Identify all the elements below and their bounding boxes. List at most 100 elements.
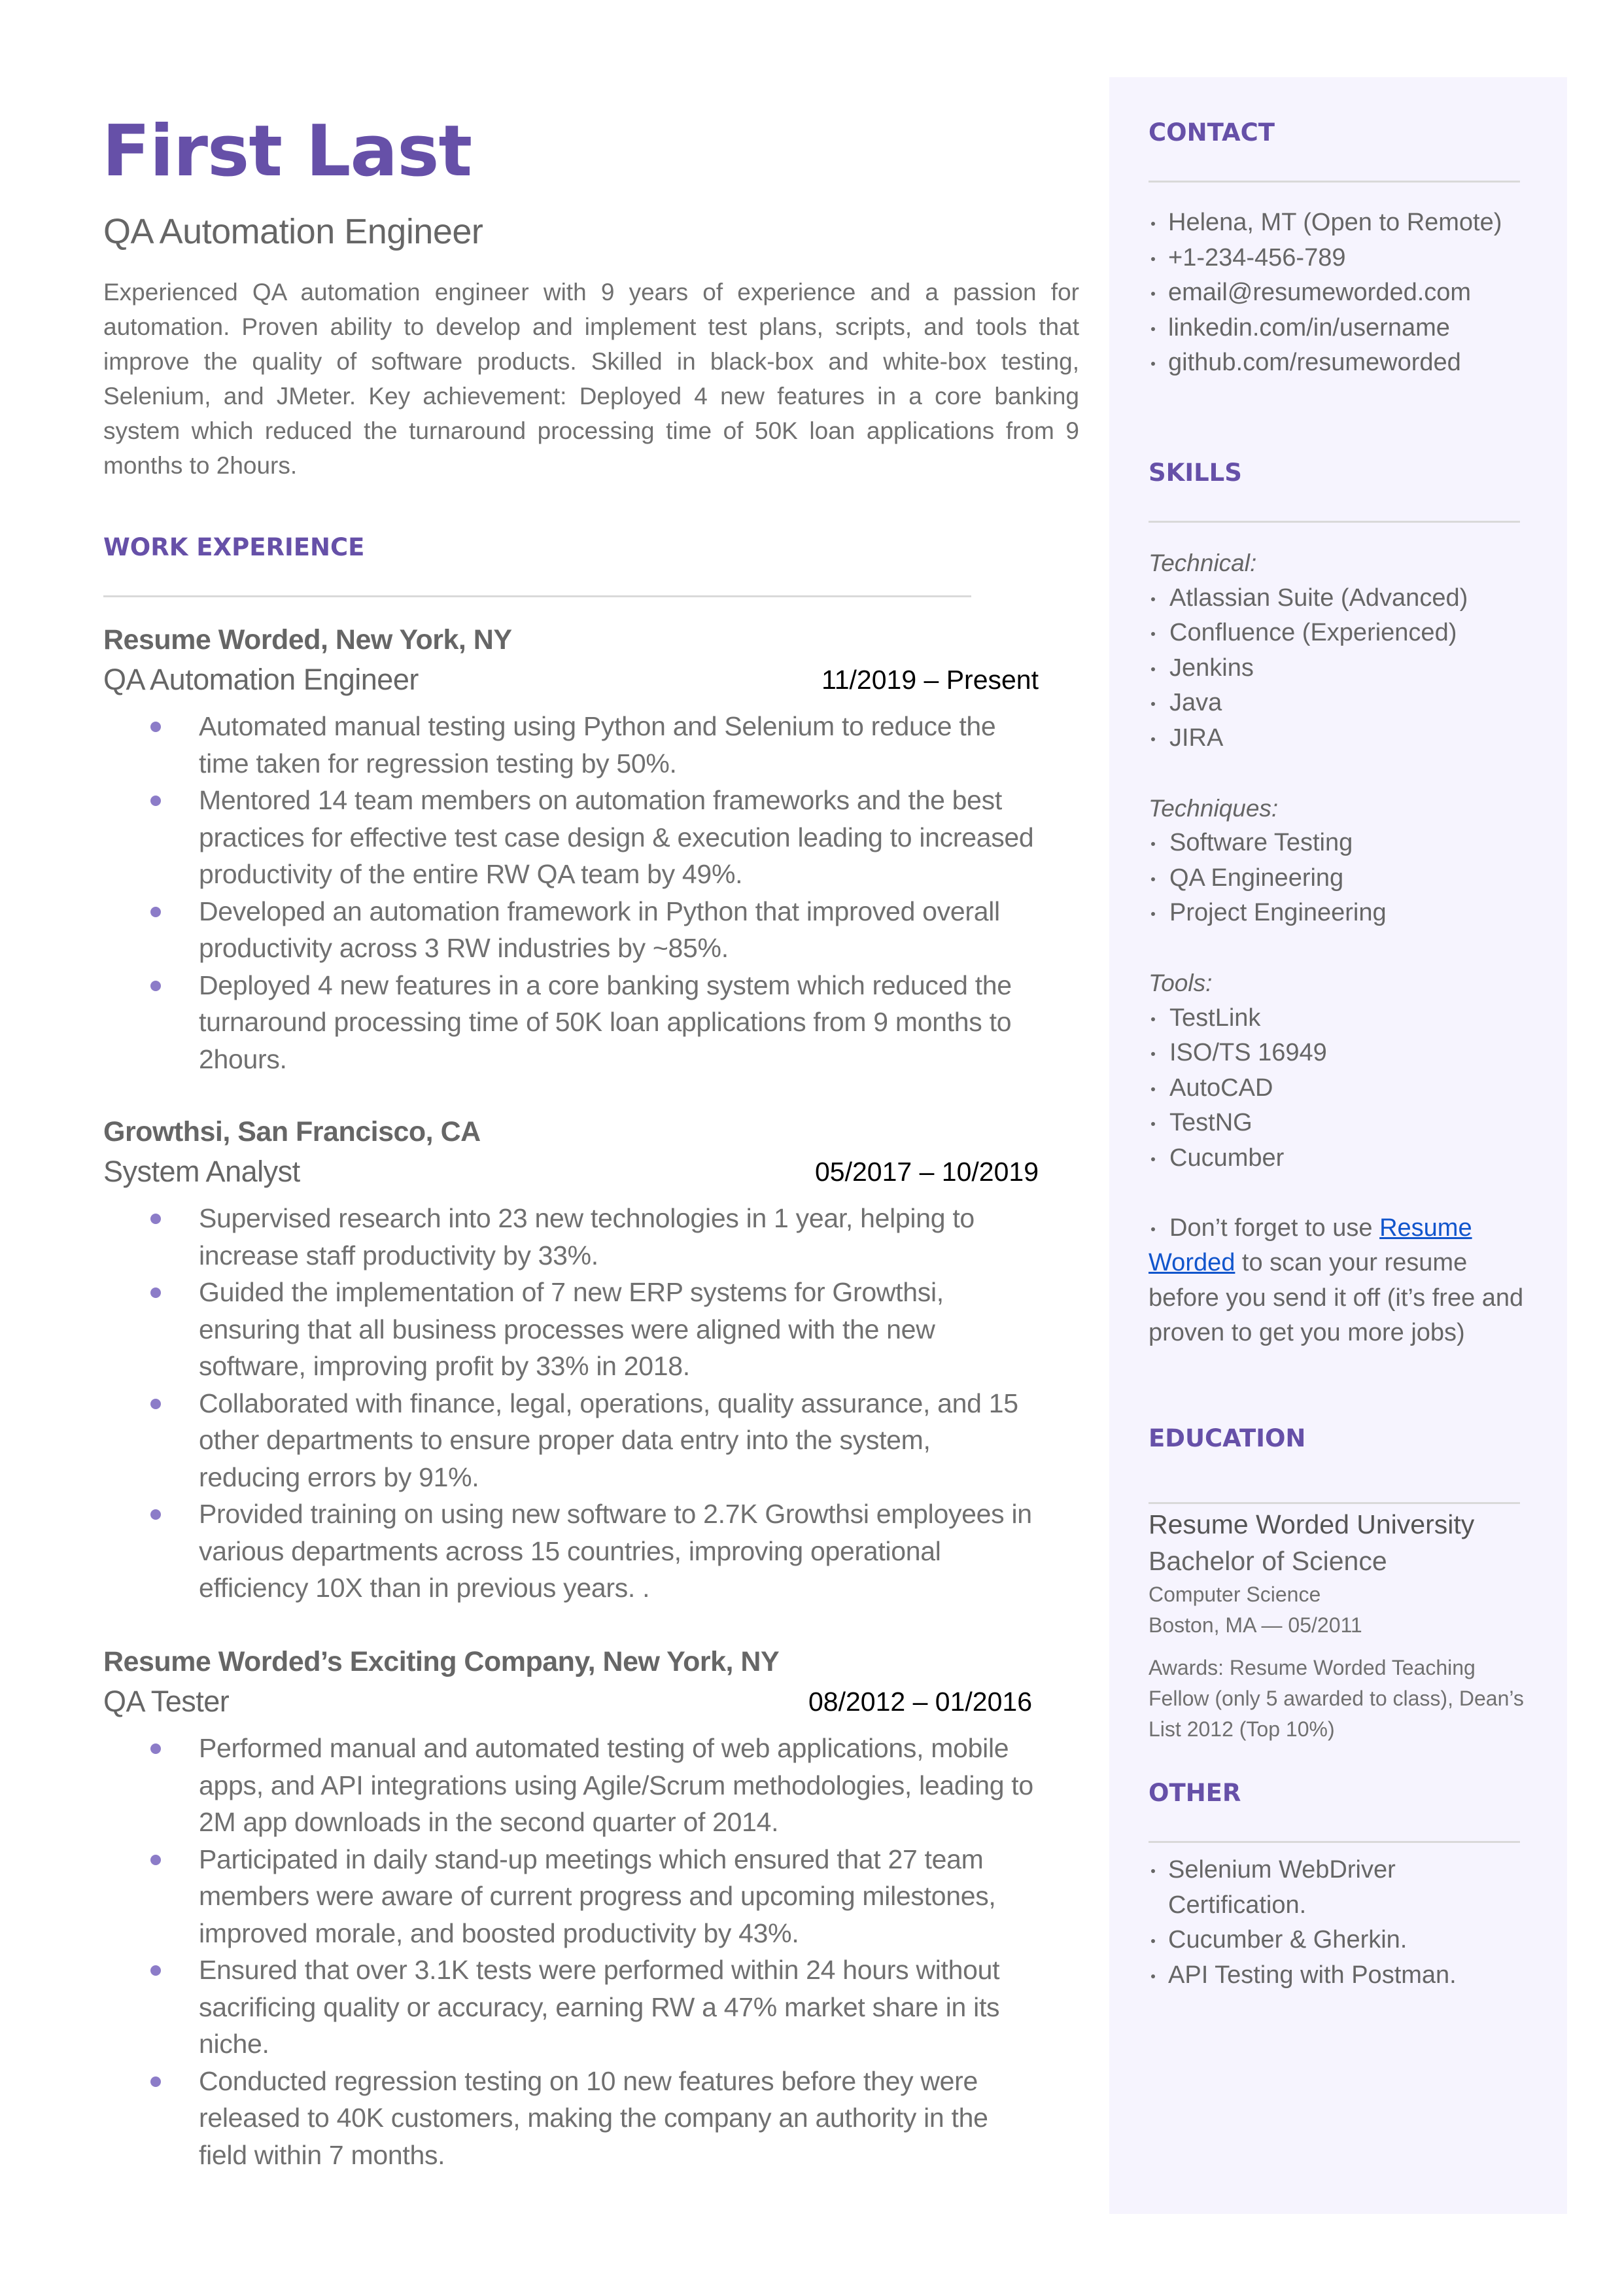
contact-location-text: Helena, MT (Open to Remote)	[1168, 209, 1502, 236]
job-dates: 08/2012 – 01/2016	[808, 1687, 1032, 1717]
bullet-dot-icon	[1151, 1087, 1155, 1091]
bullet-dot-icon	[1151, 1017, 1155, 1021]
job-bullet: Guided the implementation of 7 new ERP s…	[103, 1274, 1039, 1385]
skill-list-techniques: Software Testing QA Engineering Project …	[1149, 826, 1528, 931]
contact-github[interactable]: github.com/resumeworded	[1149, 345, 1528, 381]
bullet-text: Ensured that over 3.1K tests were perfor…	[199, 1955, 1000, 2059]
education-school: Resume Worded University	[1149, 1509, 1475, 1539]
contact-email[interactable]: email@resumeworded.com	[1149, 275, 1528, 311]
bullet-dot-icon	[1151, 702, 1155, 706]
skill-item: Project Engineering	[1149, 896, 1528, 931]
bullet-dot-icon	[150, 1214, 161, 1224]
bullet-text: Deployed 4 new features in a core bankin…	[199, 970, 1012, 1074]
bullet-dot-icon	[1151, 1869, 1155, 1873]
job-entry: Resume Worded, New York, NY QA Automatio…	[103, 620, 1039, 1077]
skills-block: Technical: Atlassian Suite (Advanced) Co…	[1149, 546, 1528, 1351]
other-heading: OTHER	[1149, 1779, 1241, 1807]
skill-text: Project Engineering	[1169, 899, 1387, 926]
skill-text: AutoCAD	[1169, 1074, 1273, 1102]
other-item: API Testing with Postman.	[1149, 1958, 1528, 1993]
contact-linkedin-text[interactable]: linkedin.com/in/username	[1168, 314, 1450, 342]
bullet-dot-icon	[1151, 1157, 1155, 1161]
contact-email-text[interactable]: email@resumeworded.com	[1168, 279, 1471, 306]
job-role-row: QA Automation Engineer 11/2019 – Present	[103, 659, 1039, 700]
skill-item: JIRA	[1149, 721, 1528, 756]
job-company: Resume Worded, New York, NY	[103, 624, 512, 656]
skills-divider	[1149, 521, 1520, 523]
skill-list-tools: TestLink ISO/TS 16949 AutoCAD TestNG Cuc…	[1149, 1001, 1528, 1176]
skill-item: ISO/TS 16949	[1149, 1036, 1528, 1071]
job-bullet: Deployed 4 new features in a core bankin…	[103, 967, 1039, 1078]
bullet-dot-icon	[1151, 292, 1155, 296]
other-text: Cucumber & Gherkin.	[1168, 1926, 1408, 1953]
bullet-text: Collaborated with finance, legal, operat…	[199, 1388, 1018, 1492]
bullet-text: Provided training on using new software …	[199, 1499, 1032, 1603]
bullet-dot-icon	[1151, 1052, 1155, 1056]
skill-category-label: Technical:	[1149, 550, 1257, 576]
job-bullet: Mentored 14 team members on automation f…	[103, 782, 1039, 893]
skill-item: Atlassian Suite (Advanced)	[1149, 581, 1528, 616]
bullet-dot-icon	[150, 980, 161, 991]
job-bullet: Supervised research into 23 new technolo…	[103, 1200, 1039, 1274]
bullet-dot-icon	[150, 1288, 161, 1298]
skill-text: Confluence (Experienced)	[1169, 619, 1457, 646]
work-experience-divider	[103, 595, 971, 597]
bullet-dot-icon	[1151, 1227, 1155, 1231]
job-bullets: Supervised research into 23 new technolo…	[103, 1200, 1039, 1607]
contact-phone-text[interactable]: +1-234-456-789	[1168, 244, 1346, 272]
contact-linkedin[interactable]: linkedin.com/in/username	[1149, 311, 1528, 346]
other-list: Selenium WebDriver Certification. Cucumb…	[1149, 1853, 1528, 1993]
education-heading: EDUCATION	[1149, 1424, 1306, 1452]
skill-item: Confluence (Experienced)	[1149, 616, 1528, 651]
job-role: QA Tester	[103, 1685, 230, 1718]
skill-category-label: Tools:	[1149, 970, 1213, 996]
skill-text: ISO/TS 16949	[1169, 1039, 1327, 1066]
education-field: Computer Science	[1149, 1583, 1321, 1606]
other-divider	[1149, 1841, 1520, 1843]
skill-category-label: Techniques:	[1149, 794, 1279, 822]
bullet-dot-icon	[150, 906, 161, 917]
skill-item: AutoCAD	[1149, 1071, 1528, 1106]
bullet-text: Mentored 14 team members on automation f…	[199, 785, 1034, 889]
bullet-dot-icon	[1151, 1939, 1155, 1943]
bullet-dot-icon	[1151, 667, 1155, 671]
job-entry: Resume Worded’s Exciting Company, New Yo…	[103, 1642, 1039, 2173]
skill-item: Java	[1149, 686, 1528, 721]
job-bullet: Participated in daily stand-up meetings …	[103, 1841, 1039, 1952]
candidate-title: QA Automation Engineer	[103, 212, 483, 251]
other-item: Cucumber & Gherkin.	[1149, 1923, 1528, 1958]
bullet-dot-icon	[150, 1509, 161, 1520]
contact-github-text[interactable]: github.com/resumeworded	[1168, 349, 1461, 376]
skill-text: QA Engineering	[1169, 864, 1344, 892]
contact-heading: CONTACT	[1149, 118, 1275, 147]
contact-phone[interactable]: +1-234-456-789	[1149, 241, 1528, 276]
bullet-dot-icon	[150, 1854, 161, 1865]
education-location-date: Boston, MA — 05/2011	[1149, 1613, 1362, 1637]
bullet-dot-icon	[1151, 737, 1155, 741]
bullet-dot-icon	[1151, 1122, 1155, 1126]
education-degree: Bachelor of Science	[1149, 1546, 1387, 1576]
job-bullet: Automated manual testing using Python an…	[103, 708, 1039, 782]
bullet-text: Performed manual and automated testing o…	[199, 1733, 1033, 1837]
skill-text: Cucumber	[1169, 1144, 1285, 1172]
bullet-text: Supervised research into 23 new technolo…	[199, 1203, 975, 1270]
bullet-text: Developed an automation framework in Pyt…	[199, 896, 1000, 964]
job-role-row: QA Tester 08/2012 – 01/2016	[103, 1681, 1039, 1722]
skill-text: JIRA	[1169, 724, 1224, 752]
bullet-dot-icon	[1151, 1974, 1155, 1978]
bullet-dot-icon	[150, 722, 161, 732]
job-role: QA Automation Engineer	[103, 663, 419, 696]
bullet-dot-icon	[1151, 912, 1155, 916]
bullet-dot-icon	[1151, 256, 1155, 261]
work-experience-heading: WORK EXPERIENCE	[103, 533, 365, 561]
bullet-dot-icon	[1151, 632, 1155, 636]
bullet-dot-icon	[150, 1965, 161, 1976]
job-bullet: Developed an automation framework in Pyt…	[103, 893, 1039, 967]
education-awards: Awards: Resume Worded Teaching Fellow (o…	[1149, 1656, 1524, 1741]
job-company: Resume Worded’s Exciting Company, New Yo…	[103, 1646, 780, 1677]
bullet-text: Automated manual testing using Python an…	[199, 711, 996, 779]
skill-item: TestNG	[1149, 1106, 1528, 1141]
other-text: API Testing with Postman.	[1168, 1961, 1457, 1989]
